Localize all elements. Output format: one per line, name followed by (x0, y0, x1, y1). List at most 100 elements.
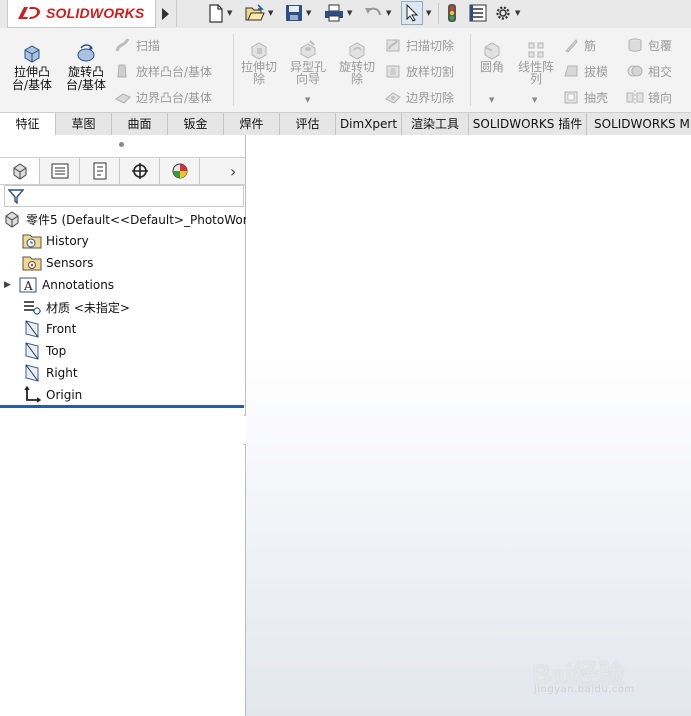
extrude-cut-icon (251, 42, 267, 60)
tab-solidworks-addins[interactable]: SOLIDWORKS 插件 (469, 113, 587, 135)
rib-icon (565, 39, 578, 53)
tree-item-sensors[interactable]: Sensors (22, 252, 93, 274)
open-button[interactable]: ▼ (245, 2, 273, 24)
tree-item-origin[interactable]: Origin (22, 384, 82, 406)
tree-item-top-plane[interactable]: Top (22, 340, 66, 362)
tree-item-front-plane[interactable]: Front (22, 318, 76, 340)
save-button[interactable]: ▼ (285, 2, 311, 24)
shell-button[interactable]: 抽壳 (562, 88, 608, 106)
chevron-down-icon[interactable]: ▼ (347, 9, 352, 17)
swept-cut-button[interactable]: 扫描切除 (384, 36, 454, 54)
hole-wizard-label-2: 向导 (295, 72, 320, 86)
tree-item-right-plane[interactable]: Right (22, 362, 78, 384)
part-icon (2, 210, 22, 228)
wrap-button[interactable]: 包覆 (626, 36, 672, 54)
tab-sketch[interactable]: 草图 (56, 113, 112, 135)
tree-item-annotations[interactable]: ▶ A Annotations (4, 274, 114, 296)
new-document-icon (209, 3, 223, 23)
tab-dimxpert-manager[interactable] (120, 158, 160, 184)
fillet-button[interactable]: 圆角 (474, 40, 510, 73)
chevron-down-icon[interactable]: ▼ (306, 9, 311, 17)
print-button[interactable]: ▼ (324, 2, 352, 24)
swept-cut-icon (386, 39, 400, 52)
chevron-down-icon[interactable]: ▼ (515, 9, 520, 17)
property-manager-icon (51, 163, 68, 179)
tab-weldments[interactable]: 焊件 (224, 113, 280, 135)
sweep-boss-button[interactable]: 扫描 (114, 36, 160, 54)
tab-dimxpert[interactable]: DimXpert (336, 113, 402, 135)
draft-button[interactable]: 拔模 (562, 62, 608, 80)
linear-pattern-icon (528, 42, 544, 58)
extrude-cut-button[interactable]: 拉伸切 除 (238, 40, 280, 85)
intersect-button[interactable]: 相交 (626, 62, 672, 80)
panel-grip-handle[interactable] (119, 142, 124, 147)
undo-button[interactable]: ▼ (363, 2, 391, 24)
rebuild-button[interactable] (446, 2, 458, 24)
tree-root-part[interactable]: 零件5 (Default<<Default>_PhotoWorks (2, 208, 261, 230)
chevron-down-icon[interactable]: ▼ (489, 96, 494, 104)
revolve-boss-label-2: 台/基体 (65, 78, 107, 92)
shell-icon (564, 91, 578, 104)
tab-sheet-metal[interactable]: 钣金 (168, 113, 224, 135)
tree-item-label: Origin (46, 388, 83, 402)
chevron-down-icon[interactable]: ▼ (227, 9, 232, 17)
hole-wizard-button[interactable]: 异型孔 向导 (287, 40, 329, 85)
graphics-area[interactable] (246, 135, 691, 716)
tab-solidworks-mbd[interactable]: SOLIDWORKS MBD (587, 113, 691, 135)
expand-menu-arrow-icon[interactable] (158, 4, 172, 24)
tab-render-tools[interactable]: 渲染工具 (402, 113, 469, 135)
new-document-button[interactable]: ▼ (208, 2, 232, 24)
wrap-label: 包覆 (648, 38, 673, 53)
loft-boss-button[interactable]: 放样凸台/基体 (114, 62, 212, 80)
rib-label: 筋 (584, 38, 597, 53)
rib-button[interactable]: 筋 (562, 36, 596, 54)
linear-pattern-button[interactable]: 线性阵 列 (514, 40, 558, 85)
tab-features[interactable]: 特征 (0, 113, 56, 136)
tab-evaluate[interactable]: 评估 (280, 113, 336, 135)
extrude-boss-button[interactable]: 拉伸凸 台/基体 (8, 42, 56, 92)
origin-icon (22, 386, 42, 404)
hole-wizard-icon (300, 40, 316, 59)
tab-feature-manager[interactable] (0, 158, 40, 184)
file-properties-button[interactable] (469, 2, 487, 24)
tree-item-material[interactable]: 材质 <未指定> (22, 296, 130, 318)
select-icon (406, 4, 419, 22)
tree-filter-input[interactable] (4, 185, 244, 207)
expand-arrow-icon[interactable]: ▶ (4, 280, 18, 290)
lofted-cut-button[interactable]: 放样切割 (384, 62, 454, 80)
chevron-down-icon[interactable]: ▼ (426, 9, 431, 17)
chevron-right-icon[interactable]: › (230, 162, 236, 181)
chevron-down-icon[interactable]: ▼ (532, 96, 537, 104)
chevron-down-icon[interactable]: ▼ (268, 9, 273, 17)
chevron-down-icon[interactable]: ▼ (305, 96, 310, 104)
watermark-url: jingyan.baidu.com (534, 684, 635, 695)
file-properties-icon (469, 4, 487, 22)
chevron-down-icon[interactable]: ▼ (386, 9, 391, 17)
revolve-cut-button[interactable]: 旋转切 除 (336, 40, 378, 85)
mirror-button[interactable]: 镜向 (626, 88, 672, 106)
revolve-boss-button[interactable]: 旋转凸 台/基体 (62, 42, 110, 92)
tree-item-label: Annotations (42, 278, 115, 292)
display-manager-icon (172, 163, 187, 179)
boundary-boss-label: 边界凸台/基体 (136, 90, 213, 105)
command-manager-ribbon: 拉伸凸 台/基体 旋转凸 台/基体 扫描 放样凸台/基体 边界凸台/基体 拉伸切… (0, 28, 691, 112)
undo-icon (365, 7, 381, 16)
revolve-boss-label-1: 旋转凸 (67, 65, 104, 79)
boundary-boss-button[interactable]: 边界凸台/基体 (114, 88, 212, 106)
extrude-boss-label-2: 台/基体 (11, 78, 53, 92)
configuration-manager-icon (93, 162, 106, 180)
options-button[interactable]: ▼ (494, 2, 520, 24)
mirror-icon (626, 90, 644, 104)
sensors-folder-icon (22, 254, 42, 272)
tab-surfaces[interactable]: 曲面 (112, 113, 168, 135)
title-bar: SOLIDWORKS ▼ ▼ ▼ ▼ ▼ ▼ ▼ (0, 0, 691, 29)
tree-item-history[interactable]: History (22, 230, 89, 252)
tab-configuration-manager[interactable] (80, 158, 120, 184)
extrude-boss-label-1: 拉伸凸 (13, 65, 50, 79)
rollback-bar[interactable] (0, 405, 244, 408)
boundary-cut-button[interactable]: 边界切除 (384, 88, 454, 106)
tab-display-manager[interactable] (160, 158, 200, 184)
tab-property-manager[interactable] (40, 158, 80, 184)
solidworks-logo[interactable]: SOLIDWORKS (7, 0, 156, 28)
select-button[interactable]: ▼ (401, 1, 431, 25)
